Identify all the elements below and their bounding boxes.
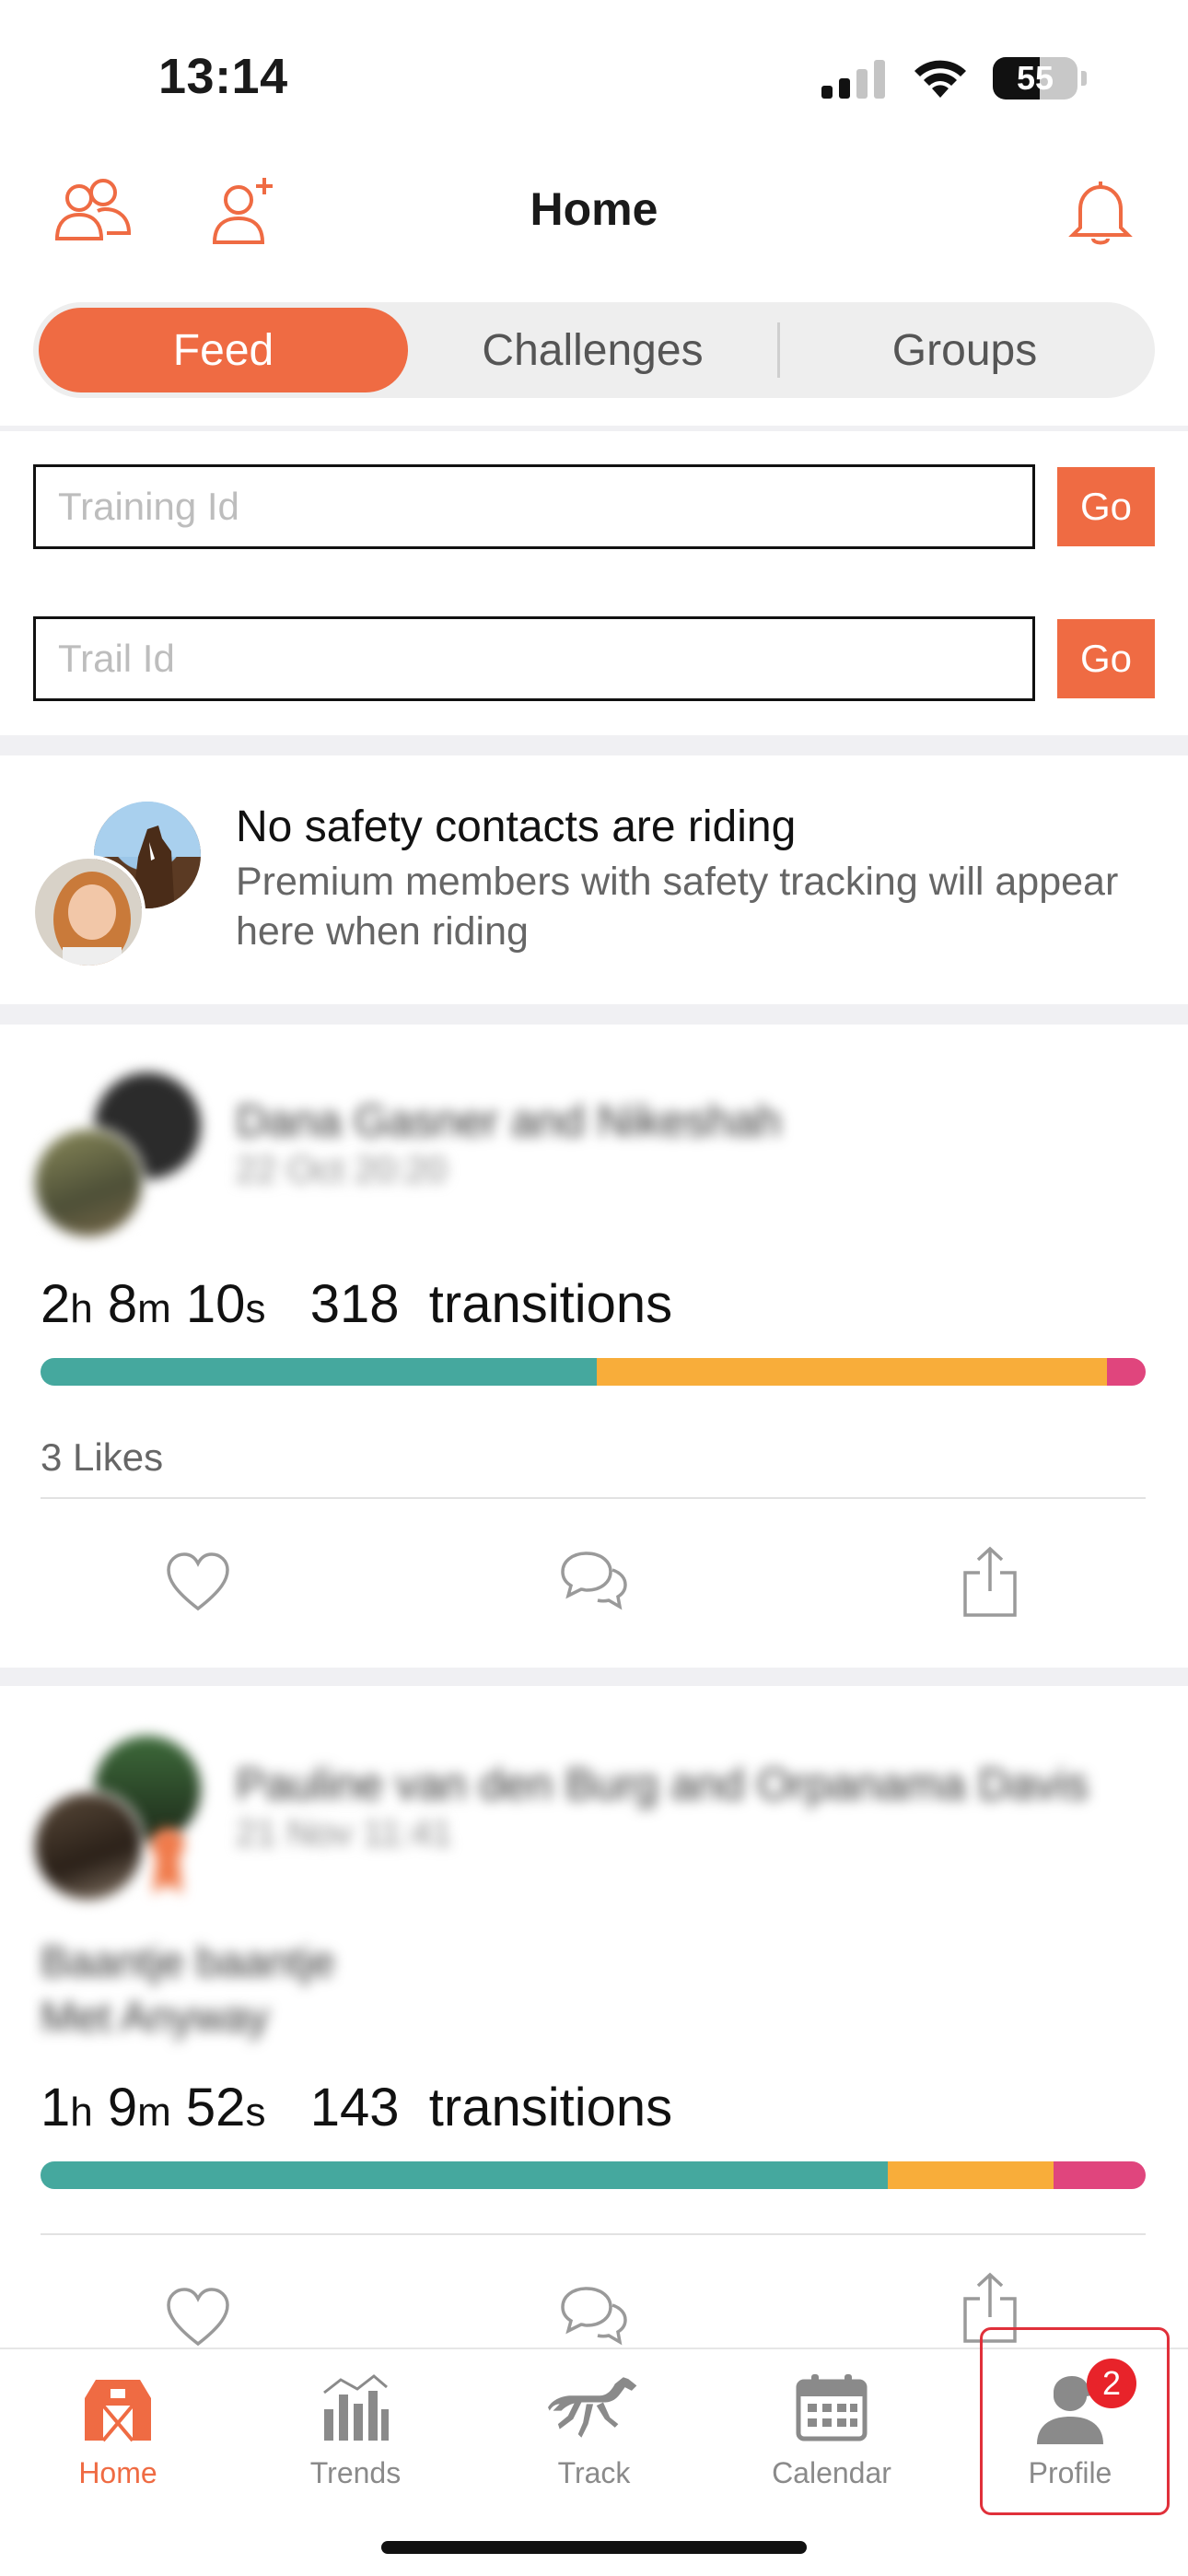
duration-minutes: 9 xyxy=(107,2078,138,2137)
tab-challenges[interactable]: Challenges xyxy=(408,308,777,392)
share-icon[interactable] xyxy=(949,1540,1031,1623)
status-bar: 13:14 55 xyxy=(0,0,1188,147)
training-go-button[interactable]: Go xyxy=(1057,467,1155,546)
post-stats[interactable]: 2h 8m 10s 318 transitions xyxy=(41,1273,672,1335)
trail-id-input[interactable] xyxy=(33,616,1035,701)
trail-go-button[interactable]: Go xyxy=(1057,619,1155,698)
trail-id-row: Go xyxy=(33,616,1155,701)
safety-title: No safety contacts are riding xyxy=(236,802,797,851)
tab-label: Calendar xyxy=(772,2456,891,2489)
training-id-row: Go xyxy=(33,464,1155,549)
ribbon-award-icon xyxy=(147,1824,188,1896)
walk-segment xyxy=(41,2161,889,2189)
section-divider xyxy=(0,735,1188,755)
battery-level: 55 xyxy=(1016,59,1054,97)
tab-track[interactable]: Track xyxy=(502,2366,686,2523)
tab-label: Trends xyxy=(309,2456,402,2489)
page-title: Home xyxy=(530,183,658,235)
home-indicator[interactable] xyxy=(381,2541,807,2554)
comment-icon[interactable] xyxy=(553,2276,635,2359)
post-separator xyxy=(41,1497,1146,1499)
duration-hours: 2 xyxy=(41,1274,71,1334)
gait-bar xyxy=(41,1358,1146,1386)
horse-icon xyxy=(548,2366,640,2449)
transitions-count: 143 xyxy=(309,2078,400,2137)
heart-icon[interactable] xyxy=(157,1540,239,1623)
feed-segmented-control: Feed Challenges Groups xyxy=(33,302,1155,398)
battery-icon: 55 xyxy=(993,57,1077,100)
walk-segment xyxy=(41,1358,597,1386)
status-time: 13:14 xyxy=(158,49,288,104)
transitions-label: transitions xyxy=(428,1274,673,1334)
feed-post: Pauline van den Burg and Orpanama Davis … xyxy=(0,1686,1188,2349)
profile-highlight-box xyxy=(980,2327,1170,2515)
post-title-line-1: Baantje baantje xyxy=(41,1938,335,1985)
section-divider xyxy=(0,1668,1188,1686)
canter-segment xyxy=(1106,1358,1146,1386)
tab-trends[interactable]: Trends xyxy=(263,2366,448,2523)
duration-seconds: 10 xyxy=(185,1274,246,1334)
comment-icon[interactable] xyxy=(553,1540,635,1623)
tab-home[interactable]: Home xyxy=(26,2366,210,2523)
likes-count[interactable]: 3 Likes xyxy=(41,1435,163,1480)
trot-segment xyxy=(596,1358,1107,1386)
training-id-input[interactable] xyxy=(33,464,1035,549)
post-date: 22 Oct 20:20 xyxy=(236,1150,448,1190)
transitions-count: 318 xyxy=(309,1274,400,1334)
tab-label: Home xyxy=(78,2456,157,2489)
cellular-signal-icon xyxy=(821,60,885,99)
rider-avatar xyxy=(31,1126,146,1240)
canter-segment xyxy=(1054,2161,1146,2189)
transitions-label: transitions xyxy=(428,2078,673,2137)
tab-label: Track xyxy=(557,2456,631,2489)
minutes-unit: m xyxy=(137,2090,171,2135)
wifi-icon xyxy=(914,60,966,98)
heart-icon[interactable] xyxy=(157,2276,239,2359)
trot-segment xyxy=(888,2161,1054,2189)
bell-icon[interactable] xyxy=(1059,170,1142,252)
post-author[interactable]: Pauline van den Burg and Orpanama Davis xyxy=(236,1760,1089,1810)
top-nav: Home xyxy=(0,157,1188,267)
safety-contacts-card: No safety contacts are riding Premium me… xyxy=(0,755,1188,1004)
seconds-unit: s xyxy=(245,1286,266,1331)
hours-unit: h xyxy=(70,1286,93,1331)
barn-icon xyxy=(72,2366,164,2449)
gait-bar xyxy=(41,2161,1146,2189)
rider-avatar xyxy=(31,855,146,969)
post-stats[interactable]: 1h 9m 52s 143 transitions xyxy=(41,2077,672,2138)
post-separator xyxy=(41,2233,1146,2235)
notification-badge: 2 xyxy=(1087,2359,1136,2408)
safety-subtitle: Premium members with safety tracking wil… xyxy=(236,860,1119,954)
hours-unit: h xyxy=(70,2090,93,2135)
duration-hours: 1 xyxy=(41,2078,71,2137)
feed-post: Dana Gasner and Nikeshah 22 Oct 20:20 2h… xyxy=(0,1025,1188,1668)
section-divider xyxy=(0,1004,1188,1025)
duration-seconds: 52 xyxy=(185,2078,246,2137)
tab-groups[interactable]: Groups xyxy=(780,308,1149,392)
tab-calendar[interactable]: Calendar xyxy=(740,2366,924,2523)
post-title-line-2: Met Anyway xyxy=(41,1993,269,2041)
calendar-icon xyxy=(786,2366,878,2449)
minutes-unit: m xyxy=(137,1286,171,1331)
post-author[interactable]: Dana Gasner and Nikeshah xyxy=(236,1096,781,1147)
tab-feed[interactable]: Feed xyxy=(39,308,408,392)
section-divider xyxy=(0,426,1188,431)
status-icons: 55 xyxy=(821,57,1087,100)
seconds-unit: s xyxy=(245,2090,266,2135)
rider-avatar xyxy=(31,1789,146,1903)
duration-minutes: 8 xyxy=(107,1274,138,1334)
post-date: 21 Nov 11:41 xyxy=(236,1813,452,1854)
trends-icon xyxy=(309,2366,402,2449)
